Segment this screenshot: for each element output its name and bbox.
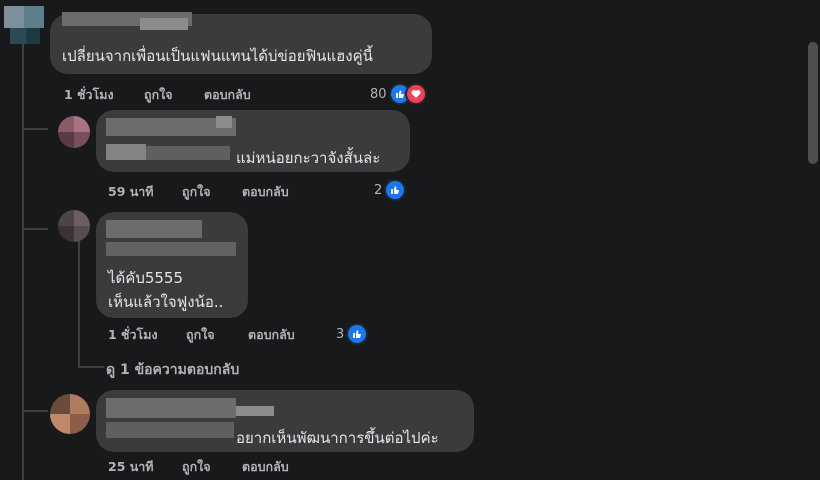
thread-line-main bbox=[22, 40, 24, 480]
thread-line-branch-3 bbox=[22, 410, 48, 412]
timestamp[interactable]: 25 นาที bbox=[108, 457, 154, 477]
thread-line-branch-2 bbox=[22, 228, 48, 230]
like-button[interactable]: ถูกใจ bbox=[182, 182, 211, 202]
comment-text: แม่หน่อยกะวาจังสั้นล่ะ bbox=[236, 149, 381, 167]
thread-line-sub bbox=[78, 240, 80, 368]
like-icon bbox=[346, 323, 369, 345]
reaction-summary[interactable]: 80 bbox=[370, 83, 427, 105]
comment-text: อยากเห็นพัฒนาการขึ้นต่อไปค่ะ bbox=[236, 429, 439, 447]
avatar[interactable] bbox=[58, 210, 90, 242]
reaction-summary[interactable]: 3 bbox=[336, 323, 369, 345]
scrollbar-thumb[interactable] bbox=[808, 42, 818, 164]
comment-bubble: เปลี่ยนจากเพื่อนเป็นแฟนแทนได้บ่ข่อยฟินแฮ… bbox=[50, 12, 432, 74]
comment-text-line: ได้คับ5555 bbox=[108, 269, 184, 287]
timestamp[interactable]: 1 ชั่วโมง bbox=[108, 325, 158, 345]
thread-line-sub-branch bbox=[78, 366, 104, 368]
comment-bubble: อยากเห็นพัฒนาการขึ้นต่อไปค่ะ bbox=[96, 390, 474, 452]
view-replies-link[interactable]: ดู 1 ข้อความตอบกลับ bbox=[106, 359, 239, 381]
like-button[interactable]: ถูกใจ bbox=[144, 85, 173, 105]
scrollbar-track[interactable] bbox=[806, 0, 820, 480]
comment-meta: 25 นาที ถูกใจ ตอบกลับ bbox=[108, 457, 388, 474]
like-button[interactable]: ถูกใจ bbox=[186, 325, 215, 345]
reaction-summary[interactable]: 2 bbox=[374, 179, 407, 201]
blurred-username bbox=[106, 220, 202, 238]
avatar[interactable] bbox=[58, 116, 90, 148]
comment-meta: 1 ชั่วโมง ถูกใจ ตอบกลับ bbox=[64, 85, 364, 102]
reply-button[interactable]: ตอบกลับ bbox=[242, 457, 289, 477]
reaction-count: 80 bbox=[370, 86, 387, 102]
timestamp[interactable]: 1 ชั่วโมง bbox=[64, 85, 114, 105]
comment-text-line: เห็นแล้วใจฟูงน้อ.. bbox=[108, 293, 224, 311]
reaction-count: 2 bbox=[374, 182, 383, 198]
avatar[interactable] bbox=[4, 6, 44, 46]
comment-meta: 59 นาที ถูกใจ ตอบกลับ bbox=[108, 182, 388, 199]
reply-button[interactable]: ตอบกลับ bbox=[242, 182, 289, 202]
comment-bubble: ได้คับ5555 เห็นแล้วใจฟูงน้อ.. bbox=[96, 212, 248, 318]
comment-text: เปลี่ยนจากเพื่อนเป็นแฟนแทนได้บ่ข่อยฟินแฮ… bbox=[62, 47, 373, 65]
reaction-count: 3 bbox=[336, 326, 345, 342]
comment-bubble: แม่หน่อยกะวาจังสั้นล่ะ bbox=[96, 110, 410, 172]
reply-button[interactable]: ตอบกลับ bbox=[248, 325, 295, 345]
love-icon bbox=[404, 83, 427, 105]
like-icon bbox=[384, 179, 407, 201]
avatar[interactable] bbox=[50, 394, 90, 434]
thread-line-branch-1 bbox=[22, 128, 48, 130]
reply-button[interactable]: ตอบกลับ bbox=[204, 85, 251, 105]
timestamp[interactable]: 59 นาที bbox=[108, 182, 154, 202]
blurred-username bbox=[106, 398, 236, 418]
like-button[interactable]: ถูกใจ bbox=[182, 457, 211, 477]
comment-meta: 1 ชั่วโมง ถูกใจ ตอบกลับ bbox=[108, 325, 328, 342]
